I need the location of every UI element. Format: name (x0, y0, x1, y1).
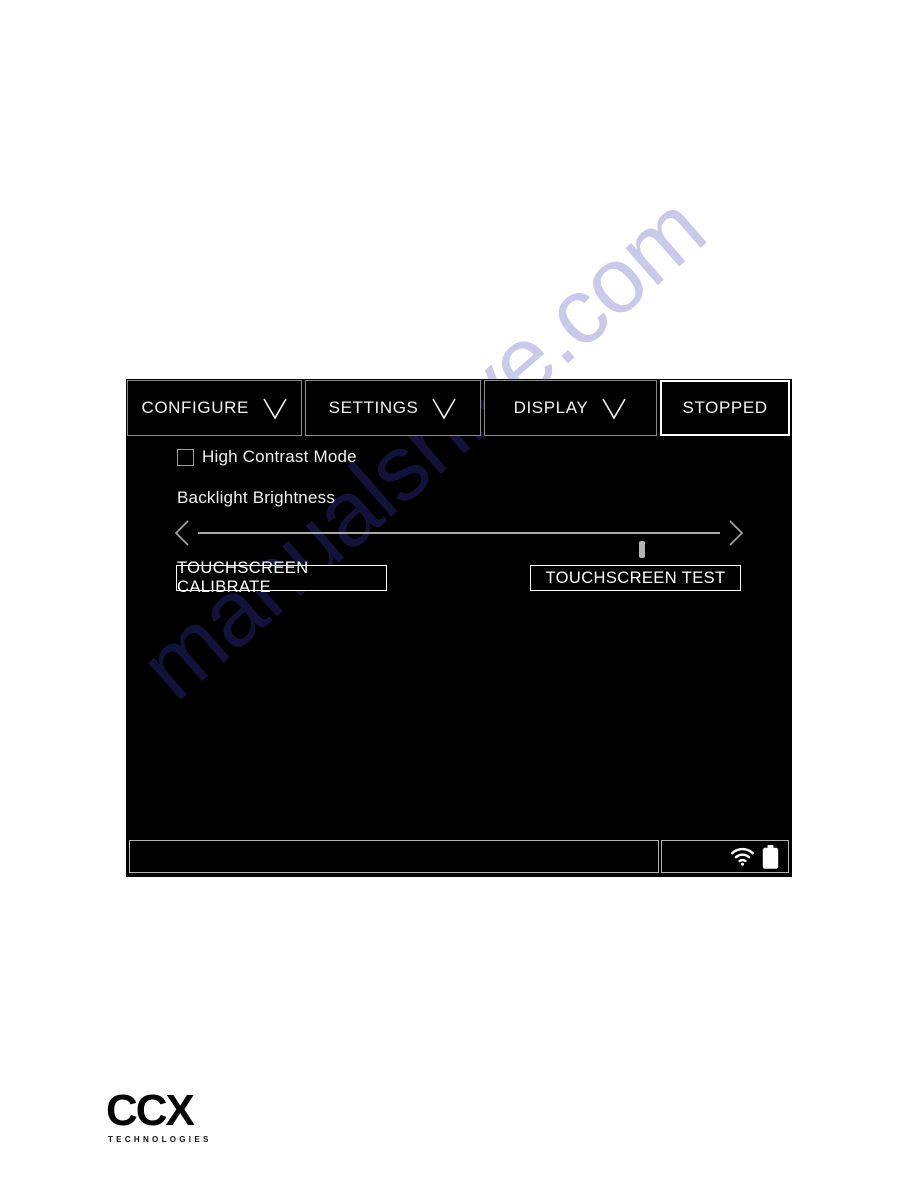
chevron-down-icon (601, 397, 627, 421)
chevron-down-icon (431, 397, 457, 421)
status-message (129, 840, 659, 873)
chevron-down-icon (262, 397, 288, 421)
tab-status-label: STOPPED (682, 398, 768, 417)
battery-icon (762, 844, 779, 869)
high-contrast-label: High Contrast Mode (202, 447, 357, 466)
status-bar (129, 840, 789, 873)
tab-bar: CONFIGURE SETTINGS DISPLAY STOPPED (127, 380, 791, 436)
chevron-left-icon[interactable] (174, 519, 190, 547)
ccx-logo-subtitle: TECHNOLOGIES (108, 1135, 212, 1144)
tab-display[interactable]: DISPLAY (483, 380, 658, 436)
tab-settings-label: SETTINGS (328, 398, 419, 417)
device-screen: manualshive.com CONFIGURE SETTINGS DISPL… (126, 379, 792, 877)
slider-track[interactable] (198, 532, 720, 558)
ccx-logo: CCX TECHNOLOGIES (106, 1086, 212, 1145)
status-icons (661, 840, 789, 873)
backlight-brightness-slider[interactable] (174, 516, 744, 558)
tab-display-label: DISPLAY (513, 398, 589, 417)
tab-status-stopped[interactable]: STOPPED (660, 380, 791, 436)
touchscreen-calibrate-button[interactable]: TOUCHSCREEN CALIBRATE (176, 559, 387, 596)
slider-thumb[interactable] (638, 541, 645, 558)
touchscreen-test-button[interactable]: TOUCHSCREEN TEST (530, 565, 741, 591)
tab-configure[interactable]: CONFIGURE (127, 380, 303, 436)
high-contrast-checkbox[interactable] (177, 448, 194, 466)
ccx-logo-mark: CCX (106, 1086, 195, 1135)
wifi-icon (730, 847, 755, 866)
tab-configure-label: CONFIGURE (141, 398, 249, 417)
high-contrast-mode-row[interactable]: High Contrast Mode (177, 447, 357, 467)
backlight-brightness-label: Backlight Brightness (177, 488, 336, 507)
chevron-right-icon[interactable] (728, 519, 744, 547)
display-settings-panel: High Contrast Mode Backlight Brightness (126, 436, 792, 836)
tab-settings[interactable]: SETTINGS (305, 380, 481, 436)
